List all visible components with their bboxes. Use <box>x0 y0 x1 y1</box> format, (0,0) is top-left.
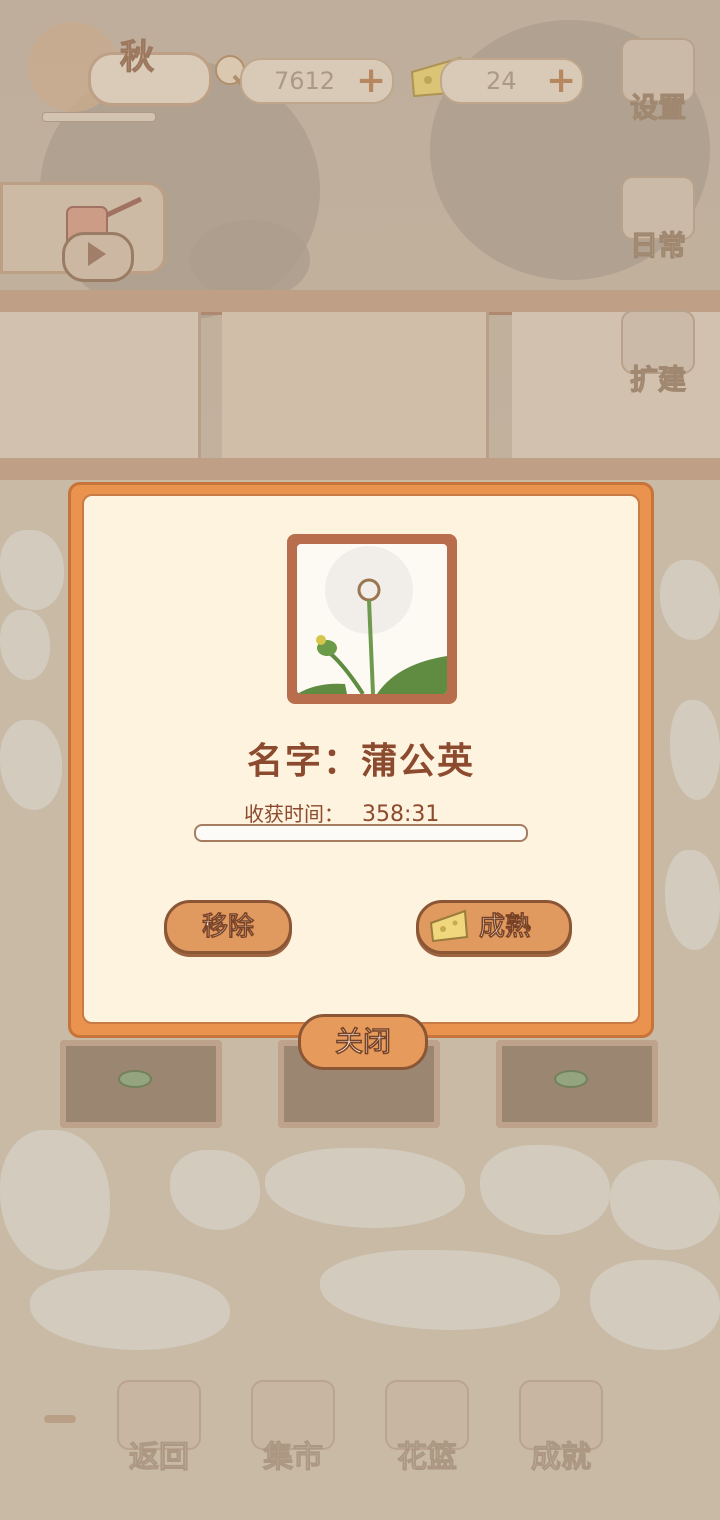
growth-progress-bar <box>194 824 528 842</box>
ripen-button[interactable]: 成熟 <box>416 900 572 954</box>
plant-name: 名字：蒲公英 <box>246 741 475 782</box>
close-button[interactable]: 关闭 <box>298 1014 428 1070</box>
remove-button[interactable]: 移除 <box>164 900 292 954</box>
dialog-content: 名字：蒲公英 收获时间： 358:31 移除 成熟 <box>82 494 640 1024</box>
ripen-label: 成熟 <box>479 912 532 943</box>
harvest-time: 收获时间： 358:31 <box>244 798 439 827</box>
harvest-time-label: 收获时间： <box>244 802 344 826</box>
dandelion-icon <box>297 546 447 694</box>
plant-picture-frame <box>287 534 457 704</box>
plant-info-dialog: 名字：蒲公英 收获时间： 358:31 移除 成熟 <box>68 482 654 1038</box>
cheese-icon <box>429 909 469 943</box>
